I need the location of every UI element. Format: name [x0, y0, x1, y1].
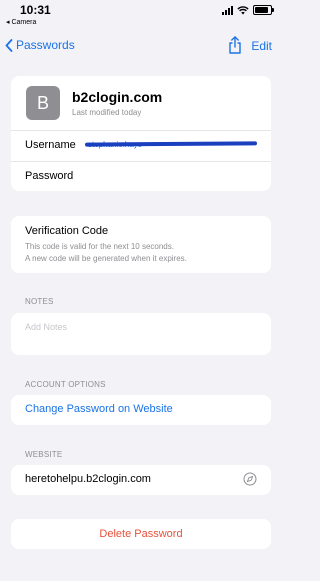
back-to-app-link[interactable]: ◂ Camera: [6, 18, 36, 26]
back-button[interactable]: Passwords: [5, 38, 75, 52]
last-modified-text: Last modified today: [72, 108, 142, 117]
account-header: B b2clogin.com Last modified today: [11, 76, 271, 131]
verification-line-2: A new code will be generated when it exp…: [25, 254, 187, 263]
verification-line-1: This code is valid for the next 10 secon…: [25, 242, 174, 251]
password-label: Password: [25, 170, 74, 182]
notes-input[interactable]: Add Notes: [25, 322, 67, 332]
account-options-card: Change Password on Website: [11, 395, 271, 425]
account-options-section-label: ACCOUNT OPTIONS: [25, 380, 106, 389]
username-label: Username: [25, 139, 76, 151]
wifi-icon: [237, 5, 249, 14]
notes-card[interactable]: Add Notes: [11, 313, 271, 355]
delete-card: Delete Password: [11, 519, 271, 549]
account-card: B b2clogin.com Last modified today Usern…: [11, 76, 271, 191]
password-row[interactable]: Password: [11, 162, 271, 191]
delete-password-button[interactable]: Delete Password: [11, 528, 271, 540]
cellular-signal-icon: [222, 5, 233, 15]
edit-button[interactable]: Edit: [251, 39, 272, 53]
verification-code-title: Verification Code: [25, 225, 109, 237]
status-time: 10:31: [20, 3, 51, 17]
status-bar: 10:31 ◂ Camera: [0, 0, 284, 30]
share-icon: [229, 36, 241, 54]
website-card[interactable]: heretohelpu.b2clogin.com: [11, 465, 271, 495]
status-icons: [222, 5, 274, 15]
site-title: b2clogin.com: [72, 89, 163, 105]
username-row[interactable]: Username stephanie.hays: [11, 131, 271, 162]
back-button-label: Passwords: [16, 38, 75, 52]
site-avatar: B: [26, 86, 60, 120]
chevron-left-icon: [5, 38, 13, 52]
website-value: heretohelpu.b2clogin.com: [25, 473, 151, 485]
verification-code-description: This code is valid for the next 10 secon…: [25, 241, 187, 265]
redaction-mark: [84, 141, 258, 147]
compass-icon[interactable]: [243, 472, 257, 486]
navigation-bar: Passwords Edit: [0, 30, 284, 64]
notes-section-label: NOTES: [25, 297, 54, 306]
battery-icon: [253, 5, 274, 15]
change-password-link[interactable]: Change Password on Website: [25, 403, 173, 415]
share-button[interactable]: [228, 36, 242, 59]
verification-code-card[interactable]: Verification Code This code is valid for…: [11, 216, 271, 273]
website-section-label: WEBSITE: [25, 450, 63, 459]
